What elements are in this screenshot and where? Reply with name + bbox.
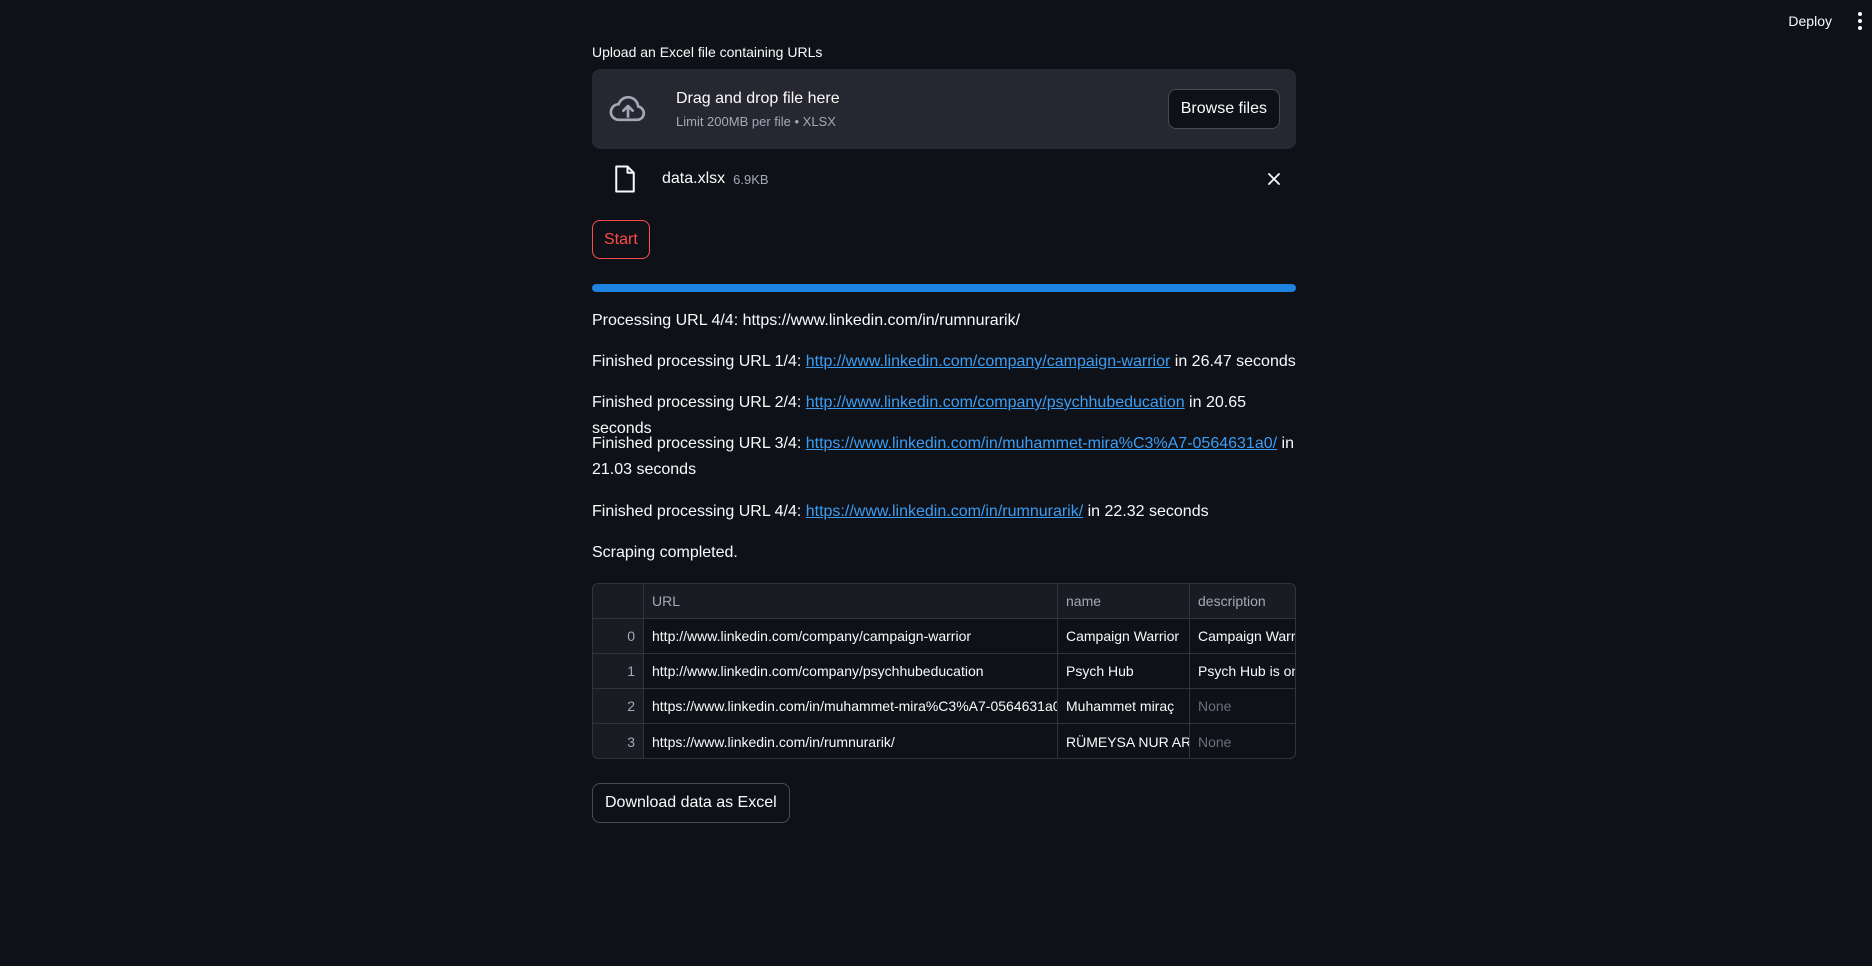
row-index: 0 bbox=[593, 619, 644, 653]
cell-name[interactable]: Psych Hub bbox=[1058, 654, 1190, 688]
close-icon[interactable] bbox=[1266, 171, 1282, 187]
log-line-3: Finished processing URL 3/4: https://www… bbox=[592, 435, 1294, 478]
file-dropzone[interactable]: Drag and drop file here Limit 200MB per … bbox=[592, 69, 1296, 149]
log-url-link-3[interactable]: https://www.linkedin.com/in/muhammet-mir… bbox=[806, 435, 1277, 452]
log-line-1: Finished processing URL 1/4: http://www.… bbox=[592, 353, 1296, 370]
log-url-link-4[interactable]: https://www.linkedin.com/in/rumnurarik/ bbox=[806, 503, 1083, 520]
column-header-description[interactable]: description bbox=[1190, 584, 1295, 618]
cell-name[interactable]: Campaign Warrior bbox=[1058, 619, 1190, 653]
file-icon bbox=[615, 165, 635, 193]
uploaded-file: data.xlsx 6.9KB bbox=[592, 158, 1296, 200]
completion-message: Scraping completed. bbox=[592, 544, 738, 561]
progress-fill bbox=[592, 284, 1296, 292]
cell-url[interactable]: http://www.linkedin.com/company/psychhub… bbox=[644, 654, 1058, 688]
cell-url[interactable]: http://www.linkedin.com/company/campaign… bbox=[644, 619, 1058, 653]
deploy-button[interactable]: Deploy bbox=[1778, 7, 1842, 35]
table-row[interactable]: 3 https://www.linkedin.com/in/rumnurarik… bbox=[593, 724, 1295, 758]
table-header: URL name description bbox=[593, 584, 1295, 619]
row-index: 2 bbox=[593, 689, 644, 723]
cell-name[interactable]: RÜMEYSA NUR ARIK bbox=[1058, 724, 1190, 758]
cell-description[interactable]: None bbox=[1190, 689, 1295, 723]
log-line-4: Finished processing URL 4/4: https://www… bbox=[592, 503, 1209, 520]
results-dataframe[interactable]: URL name description 0 http://www.linked… bbox=[592, 583, 1296, 759]
row-index: 3 bbox=[593, 724, 644, 758]
processing-status: Processing URL 4/4: https://www.linkedin… bbox=[592, 312, 1021, 329]
top-bar: Deploy bbox=[1778, 0, 1872, 42]
download-excel-button[interactable]: Download data as Excel bbox=[592, 783, 790, 823]
cell-description[interactable]: None bbox=[1190, 724, 1295, 758]
table-row[interactable]: 1 http://www.linkedin.com/company/psychh… bbox=[593, 654, 1295, 689]
table-row[interactable]: 2 https://www.linkedin.com/in/muhammet-m… bbox=[593, 689, 1295, 724]
row-index: 1 bbox=[593, 654, 644, 688]
table-row[interactable]: 0 http://www.linkedin.com/company/campai… bbox=[593, 619, 1295, 654]
file-size: 6.9KB bbox=[733, 171, 769, 187]
cell-name[interactable]: Muhammet miraç bbox=[1058, 689, 1190, 723]
cell-url[interactable]: https://www.linkedin.com/in/muhammet-mir… bbox=[644, 689, 1058, 723]
more-menu-icon[interactable] bbox=[1854, 8, 1866, 34]
column-header-name[interactable]: name bbox=[1058, 584, 1190, 618]
cell-description[interactable]: Campaign Warrior bbox=[1190, 619, 1295, 653]
dropzone-limit: Limit 200MB per file • XLSX bbox=[676, 113, 836, 129]
cloud-upload-icon bbox=[609, 95, 646, 122]
start-button[interactable]: Start bbox=[592, 220, 650, 259]
log-url-link-2[interactable]: http://www.linkedin.com/company/psychhub… bbox=[806, 394, 1185, 411]
cell-description[interactable]: Psych Hub is on a bbox=[1190, 654, 1295, 688]
dropzone-title: Drag and drop file here bbox=[676, 89, 840, 107]
log-url-link-1[interactable]: http://www.linkedin.com/company/campaign… bbox=[806, 353, 1171, 370]
column-header-index bbox=[593, 584, 644, 618]
column-header-url[interactable]: URL bbox=[644, 584, 1058, 618]
browse-files-button[interactable]: Browse files bbox=[1167, 89, 1280, 129]
progress-bar bbox=[592, 284, 1296, 292]
cell-url[interactable]: https://www.linkedin.com/in/rumnurarik/ bbox=[644, 724, 1058, 758]
file-name: data.xlsx bbox=[662, 170, 726, 187]
uploader-label: Upload an Excel file containing URLs bbox=[592, 44, 823, 60]
